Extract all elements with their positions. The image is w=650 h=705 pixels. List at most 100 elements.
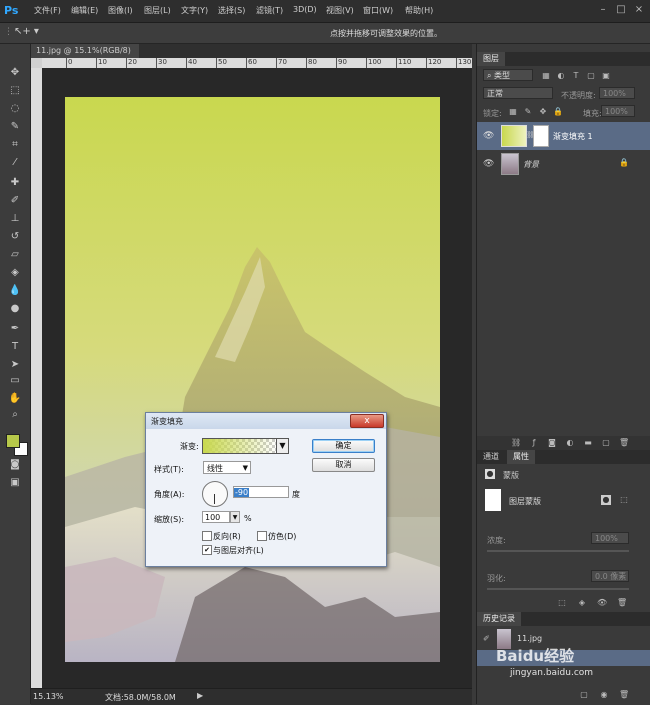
align-with-layer-label[interactable]: 与图层对齐(L) — [213, 545, 264, 556]
scale-slider-arrow-icon[interactable]: ▼ — [230, 511, 240, 523]
marquee-tool-icon[interactable]: ⬚ — [7, 84, 23, 98]
lock-transparent-icon[interactable]: ▦ — [508, 107, 518, 117]
close-icon[interactable]: × — [632, 4, 646, 16]
angle-input[interactable]: -90 — [233, 486, 289, 498]
hand-tool-icon[interactable]: ✋ — [7, 392, 23, 406]
filter-smart-object-icon[interactable]: ▣ — [601, 71, 611, 81]
feather-slider[interactable] — [487, 588, 629, 590]
align-with-layer-checkbox[interactable]: ✔ — [202, 545, 212, 555]
clone-stamp-tool-icon[interactable]: ⊥ — [7, 212, 23, 226]
lock-pixels-icon[interactable]: ✎ — [523, 107, 533, 117]
layer-row[interactable]: 👁 背景 🔒 — [477, 150, 650, 178]
menu-layer[interactable]: 图层(L) — [144, 5, 171, 16]
document-tab[interactable]: 11.jpg @ 15.1%(RGB/8) × — [31, 44, 139, 69]
apply-mask-icon[interactable]: ◈ — [577, 598, 587, 608]
menu-view[interactable]: 视图(V) — [326, 5, 354, 16]
layer-name[interactable]: 渐变填充 1 — [553, 131, 593, 142]
move-tool-icon[interactable]: ✥ — [7, 66, 23, 80]
ok-button[interactable]: 确定 — [312, 439, 375, 453]
lock-position-icon[interactable]: ✥ — [538, 107, 548, 117]
ruler-origin[interactable] — [31, 58, 42, 68]
eraser-tool-icon[interactable]: ▱ — [7, 248, 23, 262]
link-layers-icon[interactable]: ⛓ — [511, 438, 521, 448]
angle-dial[interactable] — [202, 481, 228, 507]
fx-icon[interactable]: ƒ — [529, 438, 539, 448]
new-document-from-state-icon[interactable]: ▢ — [579, 690, 589, 700]
menu-help[interactable]: 帮助(H) — [405, 5, 433, 16]
eyedropper-tool-icon[interactable]: ⁄ — [7, 156, 23, 170]
load-selection-icon[interactable]: ⬚ — [557, 598, 567, 608]
quick-mask-icon[interactable]: ◙ — [7, 458, 23, 472]
delete-layer-icon[interactable]: 🗑 — [619, 438, 629, 448]
gradient-preview[interactable] — [202, 438, 278, 454]
new-group-icon[interactable]: ▬ — [583, 438, 593, 448]
reverse-label[interactable]: 反向(R) — [213, 531, 241, 542]
menu-edit[interactable]: 编辑(E) — [71, 5, 98, 16]
layer-kind-filter[interactable]: ⌕ 类型 — [483, 69, 533, 81]
new-snapshot-icon[interactable]: ◉ — [599, 690, 609, 700]
filter-adjustment-icon[interactable]: ◐ — [556, 71, 566, 81]
select-vector-mask-icon[interactable]: ⬚ — [619, 495, 629, 505]
menu-select[interactable]: 选择(S) — [218, 5, 245, 16]
disable-mask-icon[interactable]: 👁 — [597, 598, 607, 608]
fill-input[interactable]: 100% — [601, 105, 635, 117]
path-select-tool-icon[interactable]: ➤ — [7, 358, 23, 372]
healing-brush-tool-icon[interactable]: ✚ — [7, 176, 23, 190]
density-input[interactable]: 100% — [591, 532, 629, 544]
gradient-picker-arrow-icon[interactable]: ▼ — [276, 438, 289, 454]
quick-select-tool-icon[interactable]: ✎ — [7, 120, 23, 134]
visibility-eye-icon[interactable]: 👁 — [483, 131, 494, 141]
status-menu-arrow-icon[interactable]: ▶ — [197, 691, 203, 700]
menu-window[interactable]: 窗口(W) — [363, 5, 393, 16]
density-slider[interactable] — [487, 550, 629, 552]
history-brush-source-icon[interactable]: ✐ — [483, 634, 490, 643]
add-mask-icon[interactable]: ◙ — [547, 438, 557, 448]
visibility-eye-icon[interactable]: 👁 — [483, 159, 494, 169]
type-tool-icon[interactable]: T — [7, 340, 23, 354]
filter-type-icon[interactable]: T — [571, 71, 581, 81]
new-layer-icon[interactable]: ▢ — [601, 438, 611, 448]
scale-input[interactable]: 100 — [202, 511, 230, 523]
dodge-tool-icon[interactable]: ● — [7, 302, 23, 316]
menu-file[interactable]: 文件(F) — [34, 5, 61, 16]
zoom-level[interactable]: 15.13% — [33, 692, 64, 701]
rectangle-tool-icon[interactable]: ▭ — [7, 374, 23, 388]
delete-state-icon[interactable]: 🗑 — [619, 690, 629, 700]
zoom-tool-icon[interactable]: ⌕ — [7, 408, 23, 422]
brush-tool-icon[interactable]: ✐ — [7, 194, 23, 208]
layer-mask-thumbnail[interactable] — [533, 125, 549, 147]
minimize-icon[interactable]: – — [596, 4, 610, 16]
pen-tool-icon[interactable]: ✒ — [7, 322, 23, 336]
layer-name[interactable]: 背景 — [523, 159, 539, 170]
menu-image[interactable]: 图像(I) — [108, 5, 133, 16]
screen-mode-icon[interactable]: ▣ — [7, 476, 23, 490]
feather-input[interactable]: 0.0 像素 — [591, 570, 629, 582]
filter-shape-icon[interactable]: ▢ — [586, 71, 596, 81]
new-adjustment-icon[interactable]: ◐ — [565, 438, 575, 448]
select-layer-mask-icon[interactable]: ● — [601, 495, 611, 505]
menu-3d[interactable]: 3D(D) — [293, 5, 317, 14]
blur-tool-icon[interactable]: 💧 — [7, 284, 23, 298]
tab-layers[interactable]: 图层 — [477, 52, 505, 66]
lock-all-icon[interactable]: 🔒 — [553, 107, 563, 117]
opacity-input[interactable]: 100% — [599, 87, 635, 99]
lasso-tool-icon[interactable]: ◌ — [7, 102, 23, 116]
style-select[interactable]: 线性 ▼ — [203, 461, 251, 474]
menu-type[interactable]: 文字(Y) — [181, 5, 208, 16]
delete-mask-icon[interactable]: 🗑 — [617, 598, 627, 608]
dialog-close-button[interactable]: x — [350, 414, 384, 428]
paint-bucket-tool-icon[interactable]: ◈ — [7, 266, 23, 280]
tab-channels[interactable]: 通道 — [477, 450, 505, 464]
dither-label[interactable]: 仿色(D) — [268, 531, 296, 542]
menu-filter[interactable]: 滤镜(T) — [256, 5, 283, 16]
crop-tool-icon[interactable]: ⌗ — [7, 138, 23, 152]
maximize-icon[interactable]: □ — [614, 4, 628, 16]
reverse-checkbox[interactable] — [202, 531, 212, 541]
document-canvas[interactable] — [65, 97, 440, 662]
tab-properties[interactable]: 属性 — [507, 450, 535, 464]
filter-pixel-icon[interactable]: ▦ — [541, 71, 551, 81]
history-brush-tool-icon[interactable]: ↺ — [7, 230, 23, 244]
snapshot-label[interactable]: 11.jpg — [517, 634, 542, 643]
tab-history[interactable]: 历史记录 — [477, 612, 521, 626]
move-tool-preset-icon[interactable]: ↖+ ▾ — [14, 26, 39, 37]
